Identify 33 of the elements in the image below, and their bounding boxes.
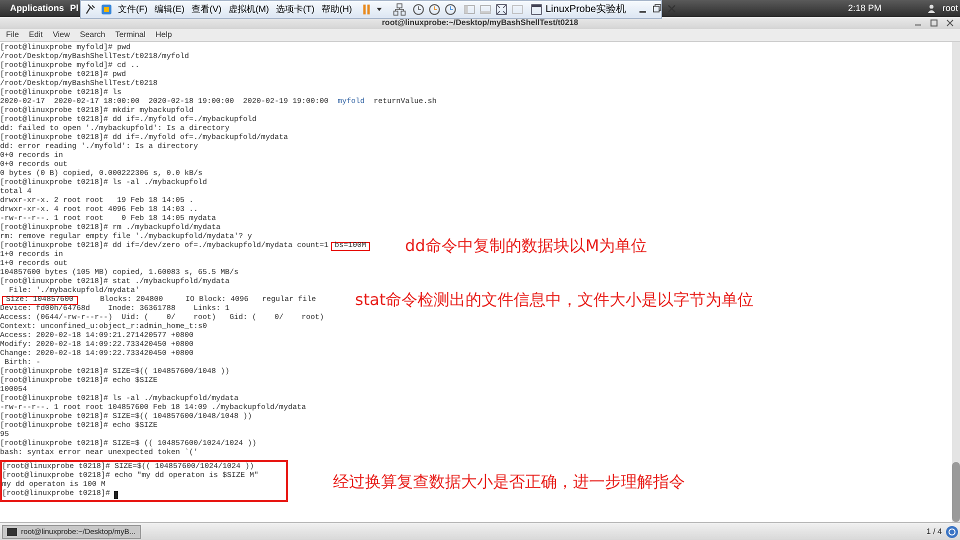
menu-item[interactable]: Edit	[28, 29, 43, 41]
terminal-icon	[7, 528, 17, 536]
menu-item[interactable]: Terminal	[115, 29, 146, 41]
workspace-indicator[interactable]: 1 / 4	[926, 526, 942, 538]
vm-title: LinuxProbe实验机	[546, 2, 626, 17]
menu-item[interactable]: View	[52, 29, 70, 41]
applications-menu[interactable]: Applications	[0, 2, 70, 16]
clock-icon[interactable]	[428, 3, 440, 16]
window-title: root@linuxprobe:~/Desktop/myBashShellTest/t0218	[382, 17, 578, 29]
annotation-text: stat命令检测出的文件信息中，文件大小是以字节为单位	[355, 290, 754, 310]
clock-icon[interactable]	[444, 3, 456, 16]
places-menu[interactable]: Pl	[70, 2, 79, 16]
menu-item[interactable]: Search	[80, 29, 106, 41]
menu-item[interactable]: 帮助(H)	[320, 2, 354, 16]
close-icon[interactable]	[944, 19, 956, 28]
user-icon	[927, 4, 936, 13]
menu-item[interactable]: 查看(V)	[190, 2, 224, 16]
help-icon[interactable]	[946, 526, 958, 538]
annotation-text: dd命令中复制的数据块以M为单位	[405, 236, 648, 256]
maximize-icon[interactable]	[928, 19, 940, 28]
console-icon[interactable]	[530, 3, 542, 16]
menu-item[interactable]: 选项卡(T)	[274, 2, 316, 16]
menu-item[interactable]: Help	[155, 29, 172, 41]
pin-icon[interactable]	[84, 3, 97, 16]
menu-item[interactable]: 编辑(E)	[152, 2, 186, 16]
fullscreen-icon[interactable]	[494, 3, 508, 16]
menu-item[interactable]: 虚拟机(M)	[226, 2, 271, 16]
clock[interactable]: 2:18 PM	[848, 2, 882, 16]
network-icon[interactable]	[392, 3, 406, 16]
clock-icon[interactable]	[412, 3, 424, 16]
menu-item[interactable]: 文件(F)	[116, 2, 150, 16]
user-menu[interactable]: root	[942, 2, 958, 16]
menu-item[interactable]: File	[6, 29, 19, 41]
